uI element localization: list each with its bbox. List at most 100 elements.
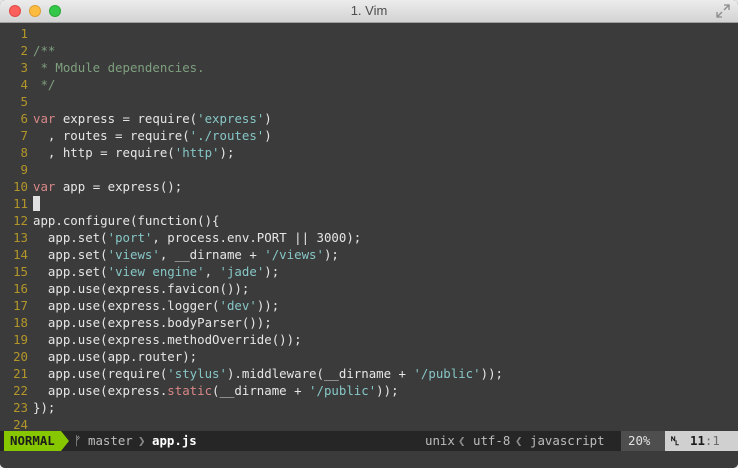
code-line[interactable]: 11 <box>0 195 738 212</box>
line-number: 22 <box>13 383 28 398</box>
code-line[interactable]: 17 app.use(express.logger('dev')); <box>0 297 738 314</box>
code-line[interactable]: 9 <box>0 161 738 178</box>
chevron-left-icon: ❮ <box>458 433 466 448</box>
code-token: /** <box>33 43 56 58</box>
code-token: , __dirname + <box>159 247 265 262</box>
line-number: 16 <box>13 281 28 296</box>
code-line[interactable]: 10 var app = express(); <box>0 178 738 195</box>
code-token: , process.env.PORT || 3000); <box>152 230 362 245</box>
code-token: , routes = require( <box>33 128 190 143</box>
code-text: app.use(express.static(__dirname + '/pub… <box>33 382 399 399</box>
code-token: 'dev' <box>219 298 257 313</box>
code-line[interactable]: 8 , http = require('http'); <box>0 144 738 161</box>
code-token: '/public' <box>309 383 377 398</box>
code-text: app.use(express.logger('dev')); <box>33 297 279 314</box>
code-text: /** <box>33 42 55 59</box>
code-token: ); <box>264 264 280 279</box>
file-name: app.js <box>152 433 197 448</box>
code-token: ) <box>264 128 272 143</box>
branch-name: master <box>88 433 133 448</box>
code-line[interactable]: 19 app.use(express.methodOverride()); <box>0 331 738 348</box>
code-line[interactable]: 2 /** <box>0 42 738 59</box>
code-token: ); <box>219 145 235 160</box>
code-token: 'stylus' <box>167 366 227 381</box>
line-number: 7 <box>20 128 28 143</box>
file-encoding: utf-8 <box>473 433 511 448</box>
code-token: 'jade' <box>219 264 265 279</box>
code-token: ) <box>264 111 272 126</box>
code-token: * Module dependencies. <box>33 60 205 75</box>
code-token: app.use(require( <box>33 366 168 381</box>
code-token: }); <box>33 400 56 415</box>
window-title: 1. Vim <box>350 3 388 18</box>
code-line[interactable]: 1 <box>0 25 738 42</box>
code-line[interactable]: 7 , routes = require('./routes') <box>0 127 738 144</box>
fullscreen-icon[interactable] <box>716 4 730 18</box>
code-line[interactable]: 15 app.set('view engine', 'jade'); <box>0 263 738 280</box>
code-token: */ <box>33 77 56 92</box>
code-token: , http = require( <box>33 145 175 160</box>
code-line[interactable]: 16 app.use(express.favicon()); <box>0 280 738 297</box>
status-line: NORMAL ᚠ master ❯ app.js unix ❮ utf-8 ❮ … <box>0 431 738 451</box>
code-line[interactable]: 23}); <box>0 399 738 416</box>
text-cursor <box>33 196 40 211</box>
code-token: )); <box>480 366 503 381</box>
code-token: app.configure(function(){ <box>33 213 220 228</box>
line-number: 14 <box>13 247 28 262</box>
cursor-line: 11 <box>690 433 705 448</box>
code-token: app.set( <box>33 247 108 262</box>
line-number-icon: ␤ <box>670 433 680 448</box>
code-line[interactable]: 18 app.use(express.bodyParser()); <box>0 314 738 331</box>
code-text: * Module dependencies. <box>33 59 205 76</box>
title-bar: 1. Vim <box>0 0 738 23</box>
code-token: )); <box>256 298 280 313</box>
code-token: 'port' <box>107 230 153 245</box>
code-line[interactable]: 14 app.set('views', __dirname + '/views'… <box>0 246 738 263</box>
line-number: 18 <box>13 315 28 330</box>
code-token: app.set( <box>33 264 108 279</box>
scroll-percent: 20% <box>628 433 651 448</box>
code-line[interactable]: 6 var express = require('express') <box>0 110 738 127</box>
line-number: 2 <box>20 43 28 58</box>
code-line[interactable]: 21 app.use(require('stylus').middleware(… <box>0 365 738 382</box>
file-format: unix <box>425 433 455 448</box>
code-token: (__dirname + <box>212 383 310 398</box>
code-token: './routes' <box>189 128 265 143</box>
code-token: '/public' <box>413 366 481 381</box>
code-line[interactable]: 22 app.use(express.static(__dirname + '/… <box>0 382 738 399</box>
code-token: express = require( <box>55 111 198 126</box>
code-token: var <box>33 179 56 194</box>
code-token: 'view engine' <box>107 264 205 279</box>
mode-indicator: NORMAL <box>4 431 61 451</box>
code-line[interactable]: 13 app.set('port', process.env.PORT || 3… <box>0 229 738 246</box>
code-text: app.configure(function(){ <box>33 212 220 229</box>
code-line[interactable]: 20 app.use(app.router); <box>0 348 738 365</box>
line-number: 4 <box>20 77 28 92</box>
chevron-left-icon: ❮ <box>515 433 523 448</box>
code-line[interactable]: 5 <box>0 93 738 110</box>
code-token: 'express' <box>197 111 265 126</box>
line-number: 13 <box>13 230 28 245</box>
code-line[interactable]: 4 */ <box>0 76 738 93</box>
code-token: app.use(express.logger( <box>33 298 220 313</box>
code-token: app = express(); <box>55 179 183 194</box>
code-line[interactable]: 12 app.configure(function(){ <box>0 212 738 229</box>
code-text: var express = require('express') <box>33 110 272 127</box>
code-text: var app = express(); <box>33 178 182 195</box>
code-token: var <box>33 111 56 126</box>
mode-separator <box>61 431 69 451</box>
code-text: */ <box>33 76 55 93</box>
editor-buffer[interactable]: 1 2/** 3 * Module dependencies. 4 */5 6 var e… <box>0 23 738 432</box>
branch-icon: ᚠ <box>74 433 82 448</box>
line-number: 15 <box>13 264 28 279</box>
code-token: app.use(express.methodOverride()); <box>33 332 302 347</box>
code-token: 'http' <box>174 145 220 160</box>
line-number: 20 <box>13 349 28 364</box>
code-text: app.set('views', __dirname + '/views'); <box>33 246 339 263</box>
command-line[interactable] <box>0 451 738 468</box>
line-number: 5 <box>20 94 28 109</box>
line-number: 12 <box>13 213 28 228</box>
code-token: app.use(express.bodyParser()); <box>33 315 272 330</box>
code-token: app.use(app.router); <box>33 349 198 364</box>
code-line[interactable]: 3 * Module dependencies. <box>0 59 738 76</box>
